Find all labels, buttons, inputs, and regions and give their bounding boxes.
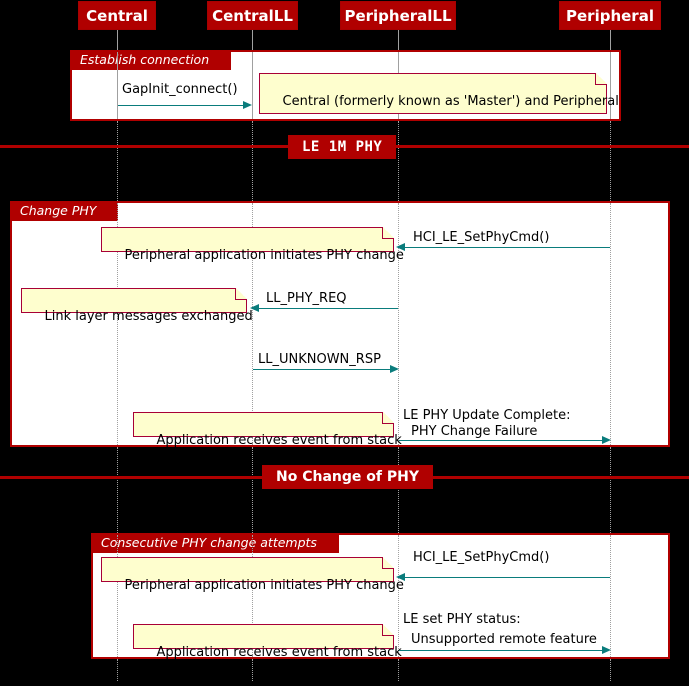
participant-central-label: Central [86, 7, 148, 25]
lifeline-peripheral-dotted-2 [610, 447, 612, 533]
note-fold-corner-icon [382, 227, 394, 239]
lifeline-central-seg-establish [117, 52, 119, 119]
lifeline-central-dotted-2 [117, 447, 119, 533]
lifeline-peripheral-seg-consecutive [610, 535, 612, 657]
note-initiates-phy-change-2-text: Peripheral application initiates PHY cha… [124, 578, 404, 593]
note-initiates-phy-change-1-text: Peripheral application initiates PHY cha… [124, 248, 404, 263]
note-app-receives-event-1: Application receives event from stack [133, 412, 402, 448]
note-app-receives-event-2-text: Application receives event from stack [156, 645, 402, 660]
sequence-diagram-canvas: Establish connection GapInit_connect() C… [0, 0, 689, 686]
note-app-receives-event-1-text: Application receives event from stack [156, 433, 402, 448]
lifeline-peripheral-seg-changephy [610, 203, 612, 445]
note-app-receives-event-2: Application receives event from stack [133, 624, 402, 660]
lifeline-central-dotted-3 [117, 659, 119, 681]
lifeline-peripheralll-seg-changephy [398, 203, 400, 445]
participant-peripheral[interactable]: Peripheral [559, 1, 661, 30]
message-arrowhead-le-phy-update [602, 436, 611, 444]
note-initiates-phy-change-1: Peripheral application initiates PHY cha… [101, 227, 404, 263]
note-fold-corner-icon [382, 412, 394, 424]
message-label-le-phy-update-line2: PHY Change Failure [411, 424, 538, 439]
note-link-layer-messages: Link layer messages exchanged [21, 288, 253, 324]
participant-peripheral-label: Peripheral [566, 7, 654, 25]
note-connection-established: Central (formerly known as 'Master') and… [259, 73, 619, 141]
lifeline-centralll-dotted-3 [252, 659, 254, 681]
note-fold-corner-icon [595, 73, 607, 85]
group-establish-connection-label: Establish connection [70, 50, 232, 70]
divider-label-le-1m-phy: LE 1M PHY [288, 135, 397, 159]
participant-peripheralll-label: PeripheralLL [344, 7, 452, 25]
message-label-gapinit-connect: GapInit_connect() [122, 82, 238, 97]
message-line-ll-unknown-rsp [253, 369, 390, 370]
message-arrowhead-le-set-phy [602, 646, 611, 654]
message-arrowhead-ll-unknown-rsp [390, 365, 399, 373]
lifeline-peripheral-dotted-3 [610, 659, 612, 681]
message-arrowhead-hci-setphy-2 [396, 573, 405, 581]
message-arrowhead-hci-setphy-1 [396, 243, 405, 251]
lifeline-peripheral-dotted-1 [610, 121, 612, 201]
lifeline-centralll-seg-establish [252, 52, 254, 119]
participant-centralll[interactable]: CentralLL [207, 1, 298, 30]
message-label-hci-setphy-2: HCI_LE_SetPhyCmd() [413, 550, 550, 565]
message-label-le-set-phy-line1: LE set PHY status: [403, 612, 521, 627]
group-consecutive-phy-attempts-label: Consecutive PHY change attempts [91, 533, 339, 553]
message-line-ll-phy-req [258, 308, 398, 309]
note-fold-corner-icon [382, 557, 394, 569]
participant-central[interactable]: Central [78, 1, 156, 30]
message-label-le-set-phy-line2: Unsupported remote feature [411, 632, 597, 647]
message-line-hci-setphy-2 [404, 577, 610, 578]
participant-centralll-label: CentralLL [212, 7, 293, 25]
message-label-hci-setphy-1: HCI_LE_SetPhyCmd() [413, 230, 550, 245]
message-line-le-phy-update [399, 440, 602, 441]
message-label-ll-phy-req: LL_PHY_REQ [266, 291, 347, 306]
lifeline-peripheralll-dotted-2 [398, 447, 400, 533]
lifeline-peripheralll-seg-consecutive [398, 535, 400, 657]
note-fold-corner-icon [235, 288, 247, 300]
lifeline-centralll-dotted-1 [252, 121, 254, 201]
message-label-le-phy-update-line1: LE PHY Update Complete: [403, 408, 571, 423]
note-connection-line1: Central (formerly known as 'Master') and… [282, 94, 619, 109]
message-label-ll-unknown-rsp: LL_UNKNOWN_RSP [258, 352, 381, 367]
note-link-layer-messages-text: Link layer messages exchanged [44, 309, 253, 324]
lifeline-centralll-dotted-2 [252, 447, 254, 533]
message-arrowhead-gapinit-connect [243, 101, 252, 109]
group-change-phy-label: Change PHY [10, 201, 119, 221]
note-initiates-phy-change-2: Peripheral application initiates PHY cha… [101, 557, 404, 593]
participant-peripheralll[interactable]: PeripheralLL [340, 1, 456, 30]
message-arrowhead-ll-phy-req [250, 304, 259, 312]
lifeline-central-dotted-1 [117, 121, 119, 201]
message-line-le-set-phy [399, 650, 602, 651]
message-line-hci-setphy-1 [404, 247, 610, 248]
note-fold-corner-icon [382, 624, 394, 636]
lifeline-peripheralll-dotted-3 [398, 659, 400, 681]
divider-label-no-change-of-phy: No Change of PHY [262, 465, 433, 489]
message-line-gapinit-connect [118, 105, 243, 106]
